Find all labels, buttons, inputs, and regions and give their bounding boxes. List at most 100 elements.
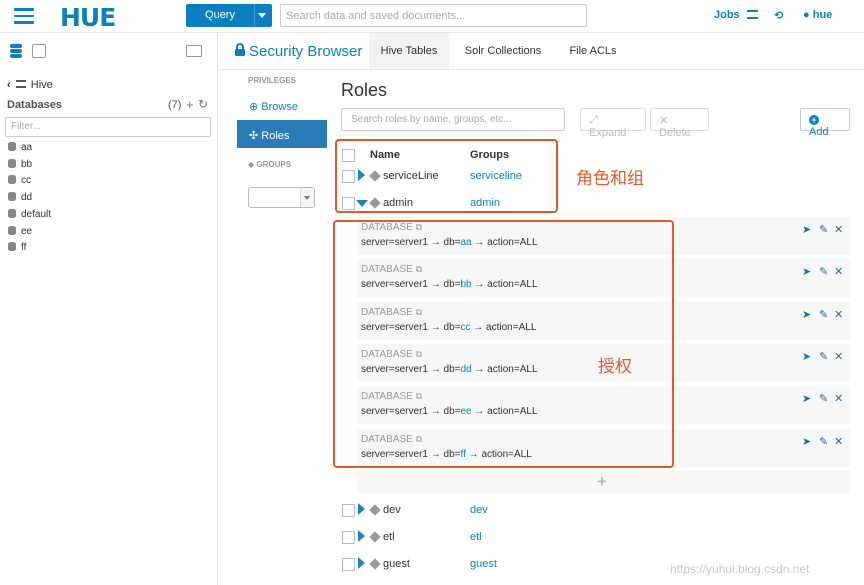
edit-icon[interactable]: ✎ <box>819 223 828 236</box>
delete-button[interactable]: ✕ Delete <box>650 108 709 139</box>
query-button[interactable]: Query <box>186 4 272 27</box>
groups-label: GROUPS <box>256 160 292 169</box>
documents-icon[interactable] <box>32 44 46 58</box>
table-icon <box>15 80 26 88</box>
send-icon[interactable]: ➤ <box>802 435 811 448</box>
add-icon[interactable]: + <box>186 97 194 112</box>
expand-icon: ⤢ <box>589 114 598 126</box>
add-privilege-bar[interactable]: + <box>357 470 850 494</box>
global-search-input[interactable]: Search data and saved documents... <box>280 4 587 27</box>
list-icon <box>746 10 758 19</box>
caret-down-icon <box>304 196 310 200</box>
close-icon[interactable]: ✕ <box>834 308 843 321</box>
hamburger-menu-icon[interactable] <box>14 8 34 24</box>
edit-icon[interactable]: ✎ <box>819 265 828 278</box>
roles-search-input[interactable]: Search roles by name, groups, etc... <box>341 108 565 131</box>
chevron-left-icon: ‹ <box>7 79 11 91</box>
close-icon[interactable]: ✕ <box>834 435 843 448</box>
sidenav-item-browse[interactable]: ⊕ Browse <box>237 91 327 119</box>
sidenav-item-roles[interactable]: ✣ Roles <box>237 120 327 148</box>
back-to-hive[interactable]: ‹ Hive <box>7 79 53 91</box>
database-item[interactable]: bb <box>8 158 33 170</box>
database-name: default <box>21 208 52 220</box>
database-item[interactable]: ff <box>8 242 26 253</box>
lock-icon <box>235 43 245 56</box>
top-navbar: HUE Query Search data and saved document… <box>0 0 864 33</box>
database-item[interactable]: ee <box>8 225 32 237</box>
database-icon <box>8 192 16 202</box>
group-icon: ◆ <box>248 160 255 169</box>
caret-right-icon[interactable] <box>358 503 365 515</box>
database-item[interactable]: dd <box>8 192 32 203</box>
edit-icon[interactable]: ✎ <box>819 392 828 405</box>
database-count: (7) <box>168 99 182 111</box>
sitemap-icon: ⊕ <box>249 101 259 113</box>
delete-label: Delete <box>659 127 691 139</box>
role-checkbox[interactable] <box>342 531 355 544</box>
database-icon <box>8 175 16 185</box>
database-item[interactable]: aa <box>8 142 32 153</box>
send-icon[interactable]: ➤ <box>802 265 811 278</box>
roles-title: Roles <box>341 80 388 100</box>
close-icon[interactable]: ✕ <box>834 223 843 236</box>
close-icon: ✕ <box>659 115 669 127</box>
role-group-link[interactable]: etl <box>470 531 482 543</box>
groups-heading: ◆ GROUPS <box>248 160 291 169</box>
jobs-label: Jobs <box>714 9 740 21</box>
database-name: bb <box>21 158 33 170</box>
user-menu[interactable]: ● hue <box>803 9 832 21</box>
plus-icon: + <box>597 472 607 491</box>
folder-icon[interactable] <box>186 45 202 57</box>
plus-circle-icon: + <box>809 115 819 125</box>
role-name: guest <box>383 558 410 570</box>
database-filter-input[interactable]: Filter... <box>5 117 211 137</box>
cube-icon <box>369 558 381 570</box>
database-icon <box>8 158 16 168</box>
add-role-button[interactable]: + Add <box>800 108 850 138</box>
caret-right-icon[interactable] <box>358 557 365 569</box>
database-stack-icon[interactable] <box>10 44 22 59</box>
chevron-down-icon[interactable] <box>258 13 266 18</box>
database-name: ff <box>21 242 27 254</box>
caret-right-icon[interactable] <box>358 530 365 542</box>
database-item[interactable]: cc <box>8 175 31 186</box>
expand-label: Expand <box>589 127 627 139</box>
groups-select[interactable] <box>248 187 315 208</box>
role-checkbox[interactable] <box>342 558 355 571</box>
send-icon[interactable]: ➤ <box>802 392 811 405</box>
close-icon[interactable]: ✕ <box>834 350 843 363</box>
close-icon[interactable]: ✕ <box>834 265 843 278</box>
edit-icon[interactable]: ✎ <box>819 308 828 321</box>
app-title[interactable]: Security Browser <box>249 43 362 60</box>
send-icon[interactable]: ➤ <box>802 223 811 236</box>
authorization-highlight-box <box>333 220 674 468</box>
send-icon[interactable]: ➤ <box>802 308 811 321</box>
tab-file-acls[interactable]: File ACLs <box>558 33 628 69</box>
cube-icon <box>369 504 381 516</box>
databases-heading: Databases <box>7 99 63 111</box>
roles-groups-highlight-box <box>335 139 558 213</box>
refresh-icon[interactable]: ↻ <box>198 97 208 111</box>
hue-logo[interactable]: HUE <box>60 3 116 32</box>
roles-label: Roles <box>261 130 290 142</box>
tab-solr-collections[interactable]: Solr Collections <box>458 33 548 69</box>
role-group-link[interactable]: dev <box>470 504 488 516</box>
send-icon[interactable]: ➤ <box>802 350 811 363</box>
close-icon[interactable]: ✕ <box>834 392 843 405</box>
role-checkbox[interactable] <box>342 504 355 517</box>
edit-icon[interactable]: ✎ <box>819 435 828 448</box>
annotation-authorization: 授权 <box>598 357 632 377</box>
database-item[interactable]: default <box>8 208 52 220</box>
database-icon <box>8 242 16 252</box>
jobs-link[interactable]: Jobs <box>714 9 758 21</box>
hive-label: Hive <box>30 79 53 91</box>
role-group-link[interactable]: guest <box>470 558 497 570</box>
app-header: Security Browser Hive Tables Solr Collec… <box>218 33 864 70</box>
tab-hive-tables[interactable]: Hive Tables <box>369 33 449 69</box>
privileges-heading: PRIVILEGES <box>248 76 297 85</box>
expand-button[interactable]: ⤢ Expand <box>580 108 646 139</box>
edit-icon[interactable]: ✎ <box>819 350 828 363</box>
history-icon[interactable]: ⟲ <box>774 9 783 22</box>
user-icon: ● <box>803 9 810 21</box>
database-icon <box>8 208 16 218</box>
